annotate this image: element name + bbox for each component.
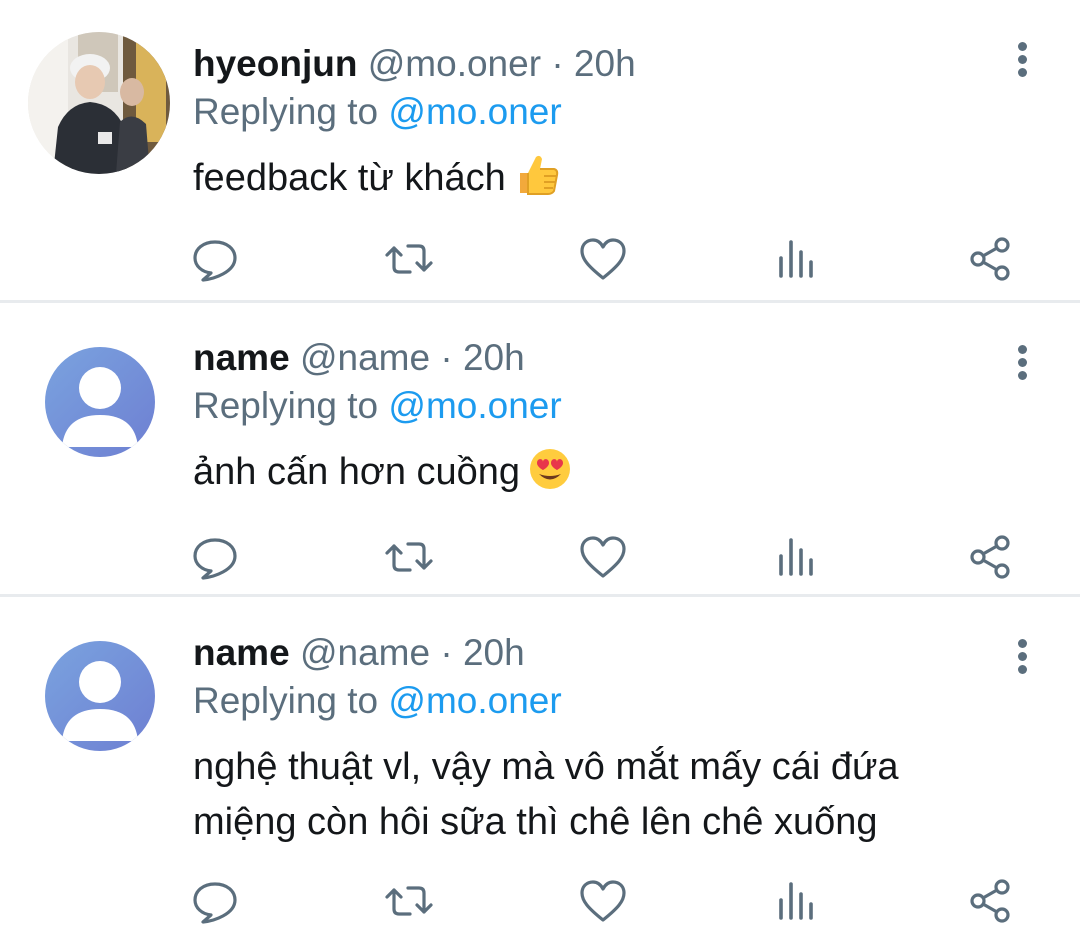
action-bar <box>0 534 1080 580</box>
reply-icon[interactable] <box>190 534 240 580</box>
tweet-header: name @name · 20h <box>193 334 990 382</box>
tweet-text-body: ảnh cấn hơn cuồng <box>193 451 521 493</box>
like-icon[interactable] <box>578 534 628 580</box>
tweet-content: name @name · 20h Replying to @mo.oner ng… <box>193 629 990 850</box>
more-icon[interactable] <box>1012 345 1032 383</box>
views-icon[interactable] <box>771 878 821 924</box>
handle[interactable]: @name <box>300 632 430 673</box>
heart-eyes-icon <box>528 447 572 507</box>
replying-to: Replying to @mo.oner <box>193 677 990 725</box>
timestamp[interactable]: 20h <box>463 337 525 378</box>
mention-link[interactable]: @mo.oner <box>388 385 561 426</box>
like-icon[interactable] <box>578 878 628 924</box>
avatar[interactable] <box>45 347 155 457</box>
timestamp[interactable]: 20h <box>574 43 636 84</box>
timestamp[interactable]: 20h <box>463 632 525 673</box>
thumbs-up-icon <box>514 151 560 213</box>
tweet-text: nghệ thuật vl, vậy mà vô mắt mấy cái đứa… <box>193 740 990 850</box>
display-name[interactable]: name <box>193 337 290 378</box>
reply-icon[interactable] <box>190 236 240 282</box>
replying-prefix: Replying to <box>193 385 389 426</box>
replying-to: Replying to @mo.oner <box>193 88 990 136</box>
views-icon[interactable] <box>771 534 821 580</box>
retweet-icon[interactable] <box>384 534 434 580</box>
avatar[interactable] <box>45 641 155 751</box>
share-icon[interactable] <box>966 878 1016 924</box>
tweet-text: feedback từ khách <box>193 151 990 213</box>
more-icon[interactable] <box>1012 639 1032 677</box>
action-bar <box>0 878 1080 924</box>
retweet-icon[interactable] <box>384 878 434 924</box>
share-icon[interactable] <box>966 534 1016 580</box>
reply-icon[interactable] <box>190 878 240 924</box>
mention-link[interactable]: @mo.oner <box>388 680 561 721</box>
handle[interactable]: @mo.oner <box>368 43 541 84</box>
tweet-text: ảnh cấn hơn cuồng <box>193 445 990 507</box>
separator: · <box>551 43 564 84</box>
separator: · <box>440 337 453 378</box>
more-icon[interactable] <box>1012 42 1032 80</box>
share-icon[interactable] <box>966 236 1016 282</box>
mention-link[interactable]: @mo.oner <box>388 91 561 132</box>
replying-prefix: Replying to <box>193 680 389 721</box>
separator: · <box>440 632 453 673</box>
retweet-icon[interactable] <box>384 236 434 282</box>
handle[interactable]: @name <box>300 337 430 378</box>
tweet-text-body: feedback từ khách <box>193 157 506 199</box>
tweet-content: hyeonjun @mo.oner · 20h Replying to @mo.… <box>193 40 990 213</box>
replying-prefix: Replying to <box>193 91 389 132</box>
like-icon[interactable] <box>578 236 628 282</box>
tweet-text-line: miệng còn hôi sữa thì chê lên chê xuống <box>193 801 878 843</box>
views-icon[interactable] <box>771 236 821 282</box>
tweet-header: hyeonjun @mo.oner · 20h <box>193 40 990 88</box>
tweet[interactable]: name @name · 20h Replying to @mo.oner ng… <box>0 597 1080 947</box>
tweet-header: name @name · 20h <box>193 629 990 677</box>
display-name[interactable]: hyeonjun <box>193 43 357 84</box>
tweet-text-line: nghệ thuật vl, vậy mà vô mắt mấy cái đứa <box>193 746 899 788</box>
display-name[interactable]: name <box>193 632 290 673</box>
replying-to: Replying to @mo.oner <box>193 382 990 430</box>
tweet[interactable]: name @name · 20h Replying to @mo.oner ản… <box>0 303 1080 597</box>
avatar[interactable] <box>28 32 170 174</box>
reply-feed: hyeonjun @mo.oner · 20h Replying to @mo.… <box>0 0 1080 947</box>
tweet[interactable]: hyeonjun @mo.oner · 20h Replying to @mo.… <box>0 0 1080 303</box>
action-bar <box>0 236 1080 282</box>
tweet-content: name @name · 20h Replying to @mo.oner ản… <box>193 334 990 507</box>
